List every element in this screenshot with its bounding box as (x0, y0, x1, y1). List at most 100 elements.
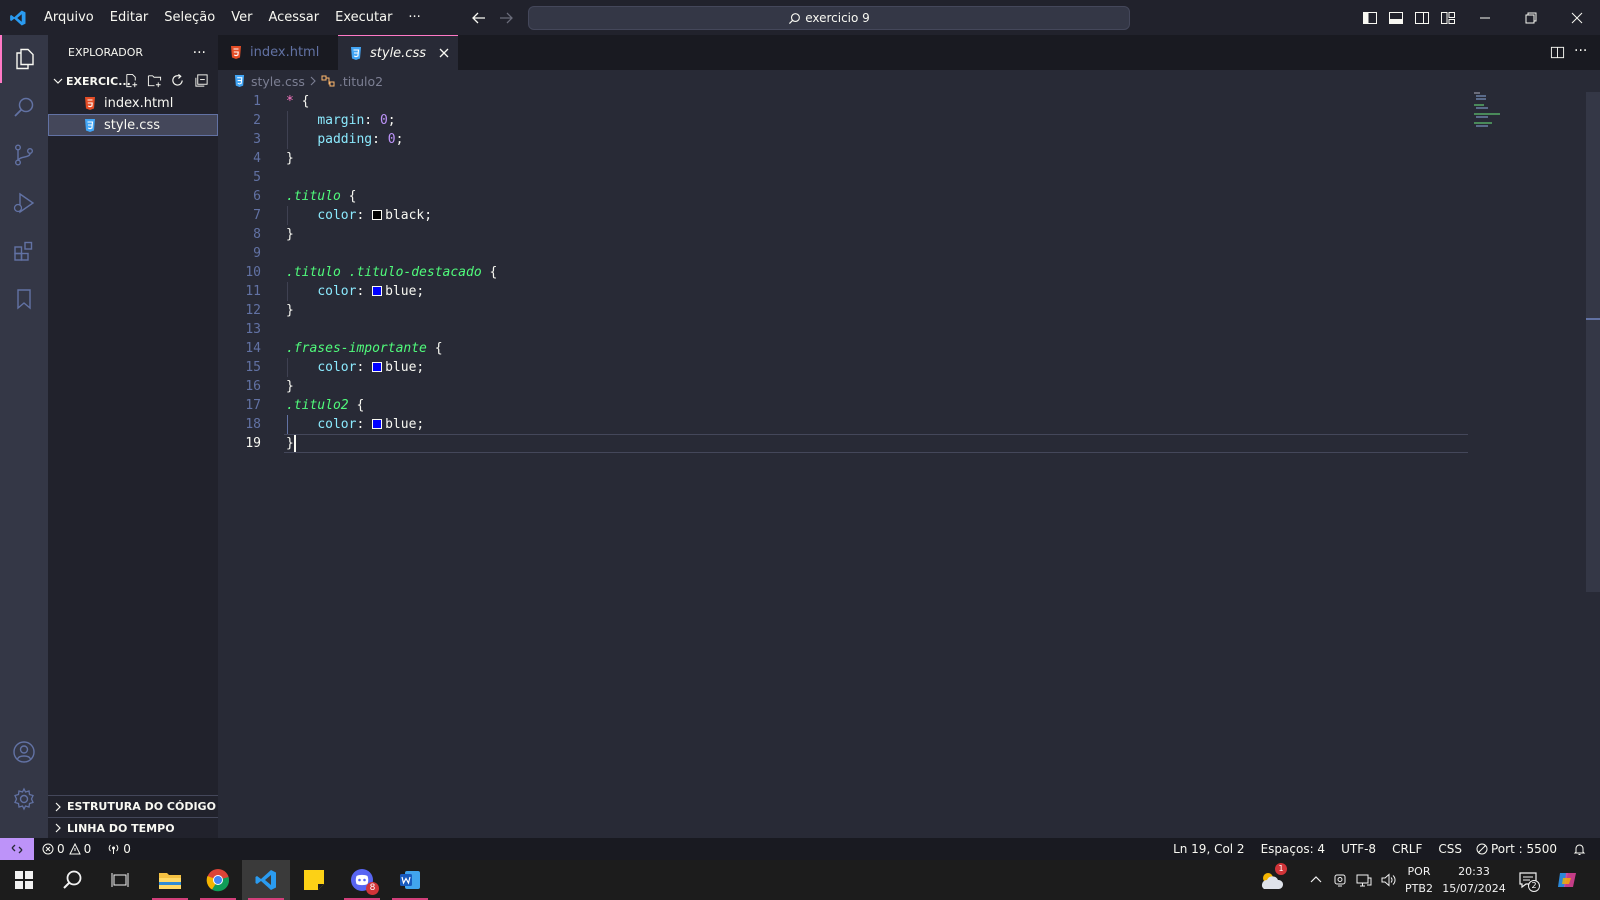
windows-start-icon[interactable] (0, 860, 48, 900)
tab-style-css[interactable]: style.css (338, 35, 458, 70)
split-editor-icon[interactable] (1550, 45, 1565, 60)
color-swatch-blue[interactable] (372, 286, 383, 296)
chevron-down-icon (52, 75, 64, 87)
live-server-port[interactable]: Port : 5500 (1476, 842, 1557, 856)
file-item-style-css[interactable]: style.css (48, 114, 218, 136)
back-arrow-icon[interactable] (470, 9, 488, 27)
forward-arrow-icon[interactable] (497, 9, 515, 27)
vscode-taskbar-icon[interactable] (242, 860, 290, 900)
file-name: index.html (104, 95, 174, 111)
collapse-all-icon[interactable] (194, 73, 209, 88)
end-of-line[interactable]: CRLF (1392, 842, 1422, 856)
customize-layout-icon[interactable] (1440, 10, 1456, 26)
new-folder-icon[interactable] (147, 73, 162, 88)
file-explorer-icon[interactable] (146, 860, 194, 900)
code-line: 11 color: blue; (245, 284, 425, 299)
menu-acessar[interactable]: Acessar (260, 0, 327, 35)
toggle-panel-icon[interactable] (1388, 10, 1404, 26)
toggle-primary-sidebar-icon[interactable] (1362, 10, 1378, 26)
refresh-icon[interactable] (170, 73, 185, 88)
breadcrumb-file[interactable]: style.css (251, 74, 305, 89)
ports-count: 0 (123, 842, 131, 856)
code-line: 12} (245, 303, 294, 318)
accounts-icon[interactable] (0, 728, 48, 776)
code-editor[interactable]: 1 * { 2 margin: 0; 3 padding: 0; 4} 5 6 .t… (218, 92, 1600, 838)
search-view-icon[interactable] (0, 83, 48, 131)
chrome-icon[interactable] (194, 860, 242, 900)
code-line: 6 .titulo { (253, 189, 357, 204)
breadcrumb-symbol[interactable]: .titulo2 (339, 74, 383, 89)
discord-badge: 8 (366, 882, 379, 895)
search-icon (788, 12, 801, 25)
explorer-icon[interactable] (0, 35, 48, 83)
task-view-icon[interactable] (96, 860, 144, 900)
extensions-icon[interactable] (0, 227, 48, 275)
warning-count: 0 (83, 842, 92, 856)
timeline-section[interactable]: LINHA DO TEMPO (48, 817, 218, 838)
indentation[interactable]: Espaços: 4 (1261, 842, 1326, 856)
new-file-icon[interactable] (124, 73, 139, 88)
action-center-icon[interactable]: 2 (1518, 870, 1540, 892)
menu-editar[interactable]: Editar (102, 0, 157, 35)
sticky-notes-icon[interactable] (290, 860, 338, 900)
html-file-icon (84, 96, 96, 110)
weather-icon[interactable]: 1 (1248, 860, 1296, 900)
vertical-scrollbar[interactable] (1586, 92, 1600, 838)
volume-icon[interactable] (1380, 872, 1396, 888)
menu-more[interactable]: ··· (400, 0, 428, 35)
code-line: 5 (253, 170, 261, 185)
menu-selecao[interactable]: Seleção (156, 0, 223, 35)
scrollbar-thumb[interactable] (1586, 92, 1600, 592)
problems-indicator[interactable]: 0 0 (42, 842, 91, 856)
text-cursor (294, 435, 296, 452)
close-window-icon[interactable] (1554, 0, 1600, 35)
explorer-more-button[interactable]: ··· (193, 45, 206, 61)
source-control-icon[interactable] (0, 131, 48, 179)
command-center-search[interactable]: exercicio 9 (528, 6, 1130, 30)
notifications-bell-icon[interactable] (1573, 843, 1586, 856)
breadcrumb: style.css .titulo2 (218, 70, 1600, 92)
toggle-secondary-sidebar-icon[interactable] (1414, 10, 1430, 26)
language-mode[interactable]: CSS (1438, 842, 1462, 856)
run-debug-icon[interactable] (0, 179, 48, 227)
code-line: 4} (253, 151, 294, 166)
cursor-position[interactable]: Ln 19, Col 2 (1173, 842, 1245, 856)
keyboard-layout: PTB2 (1405, 882, 1433, 895)
circle-slash-icon (1476, 843, 1488, 855)
meet-now-icon[interactable] (1332, 872, 1348, 888)
bookmarks-icon[interactable] (0, 275, 48, 323)
taskbar-search-icon[interactable] (48, 860, 96, 900)
remote-indicator[interactable] (0, 838, 34, 860)
tab-index-html[interactable]: index.html (218, 35, 338, 70)
editor-more-icon[interactable]: ··· (1574, 43, 1587, 59)
clock-time: 20:33 (1458, 865, 1490, 878)
error-icon (42, 843, 54, 855)
menu-arquivo[interactable]: Arquivo (36, 0, 102, 35)
minimize-icon[interactable] (1462, 0, 1508, 35)
menu-executar[interactable]: Executar (327, 0, 400, 35)
color-swatch-blue[interactable] (372, 419, 383, 429)
file-item-index-html[interactable]: index.html (48, 92, 218, 114)
breadcrumb-chevron-icon (309, 76, 317, 86)
settings-gear-icon[interactable] (0, 775, 48, 823)
outline-section[interactable]: ESTRUTURA DO CÓDIGO (48, 795, 218, 817)
discord-icon[interactable]: 8 (338, 860, 386, 900)
color-swatch-blue[interactable] (372, 362, 383, 372)
color-swatch-black[interactable] (372, 210, 383, 220)
menu-ver[interactable]: Ver (223, 0, 260, 35)
copilot-icon[interactable] (1556, 869, 1578, 891)
clock[interactable]: 20:33 15/07/2024 (1438, 863, 1510, 897)
css-file-icon (234, 75, 245, 87)
chevron-right-icon (53, 823, 63, 833)
network-icon[interactable] (1356, 872, 1372, 888)
restore-icon[interactable] (1508, 0, 1554, 35)
ports-indicator[interactable]: 0 (107, 842, 131, 856)
editor-tabs: index.html style.css ··· (218, 35, 1600, 70)
word-icon[interactable] (386, 860, 434, 900)
minimap[interactable] (1474, 92, 1584, 838)
language-indicator[interactable]: POR PTB2 (1400, 863, 1438, 897)
chevron-up-icon[interactable] (1309, 873, 1323, 887)
close-tab-icon[interactable] (438, 47, 450, 59)
code-line: 16} (245, 379, 294, 394)
encoding[interactable]: UTF-8 (1341, 842, 1376, 856)
